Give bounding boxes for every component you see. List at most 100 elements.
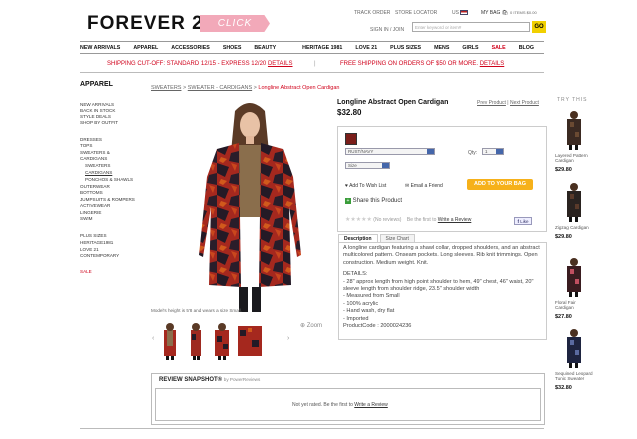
facebook-like-button[interactable]: f Like (514, 217, 532, 225)
promo-free-shipping[interactable]: FREE SHIPPING ON ORDERS OF $50 OR MORE. … (340, 61, 504, 67)
detail-line: - Hand wash, dry flat (343, 308, 395, 315)
try-this-name[interactable]: Sequined Leopard Tunic Sweater (555, 371, 595, 381)
add-to-bag-button[interactable]: ADD TO YOUR BAG (467, 179, 533, 190)
sidebar-item-outerwear[interactable]: OUTERWEAR (80, 184, 110, 190)
description-panel: A longline cardigan featuring a shawl co… (338, 242, 547, 340)
thumbnail-detail[interactable] (238, 322, 262, 360)
thumbnail-strip (160, 320, 285, 362)
zoom-button[interactable]: ⊕ Zoom (300, 322, 322, 329)
review-write-link[interactable]: Write a Review (354, 402, 388, 408)
nav-item-mens[interactable]: MENS (434, 45, 449, 51)
heart-icon: ♥ (345, 183, 348, 189)
store-locator-link[interactable]: STORE LOCATOR (395, 10, 437, 16)
nav-item-girls[interactable]: GIRLS (462, 45, 478, 51)
sidebar-item-style-deals[interactable]: STYLE DEALS (80, 114, 111, 120)
click-here-banner[interactable]: CLICK HERE! (200, 15, 270, 32)
sidebar-item-sale[interactable]: SALE (80, 269, 92, 275)
reviews-count: (No reviews) (373, 217, 402, 223)
track-order-link[interactable]: TRACK ORDER (354, 10, 390, 16)
write-review-link[interactable]: Write a Review (438, 217, 472, 223)
sidebar-item-heritage1981[interactable]: HERITAGE1981 (80, 240, 113, 246)
nav-item-blog[interactable]: BLOG (519, 45, 534, 51)
thumbnail-side[interactable] (186, 322, 206, 360)
facebook-icon: f (517, 219, 519, 224)
qty-select[interactable]: 1 (482, 148, 504, 155)
sidebar-item-plus-sizes[interactable]: PLUS SIZES (80, 233, 107, 239)
thumb-next-arrow-icon[interactable]: › (287, 335, 289, 342)
detail-line: - Measured from Small (343, 293, 400, 300)
signin-link[interactable]: SIGN IN / JOIN (370, 27, 404, 33)
email-friend-link[interactable]: ✉ Email a Friend (405, 183, 443, 189)
nav-item-shoes[interactable]: SHOES (223, 45, 242, 51)
sidebar-item-ponchos-shawls[interactable]: PONCHOS & SHAWLS (80, 177, 133, 183)
detail-line: - Imported (343, 315, 369, 322)
model-caption: Model's height is 5'8 and wears a size S… (151, 308, 243, 313)
sidebar-item-lingerie[interactable]: LINGERIE (80, 210, 101, 216)
sidebar-item-cardigans[interactable]: CARDIGANS (80, 170, 112, 176)
prev-product-link[interactable]: Prev Product (477, 100, 506, 106)
try-this-item[interactable]: Zigzag Cardigan $29.80 (555, 182, 595, 240)
try-this-price: $29.80 (555, 234, 572, 240)
sidebar-item-activewear[interactable]: ACTIVEWEAR (80, 203, 110, 209)
sidebar-item-tops[interactable]: TOPS (80, 143, 92, 149)
description-text: A longline cardigan featuring a shawl co… (343, 245, 540, 266)
zoom-icon: ⊕ (300, 323, 306, 329)
try-this-image[interactable] (563, 110, 585, 150)
detail-line: - 28" approx length from high point shou… (343, 278, 534, 293)
promo-shipping-cutoff[interactable]: SHIPPING CUT-OFF: STANDARD 12/15 - EXPRE… (107, 61, 293, 67)
color-swatch[interactable] (345, 133, 357, 145)
try-this-item[interactable]: Layered Pattern Cardigan $29.80 (555, 110, 595, 173)
nav-item-heritage-1981[interactable]: HERITAGE 1981 (302, 45, 342, 51)
search-go-button[interactable]: GO (532, 21, 546, 33)
nav-item-accessories[interactable]: ACCESSORIES (171, 45, 210, 51)
promo-separator: | (314, 61, 316, 67)
country-selector[interactable]: US (452, 10, 469, 16)
sidebar-item-love-21[interactable]: LOVE 21 (80, 247, 99, 253)
sidebar-item-jumpsuits-rompers[interactable]: JUMPSUITS & ROMPERS (80, 197, 135, 203)
my-bag-link[interactable]: MY BAG 🛍 (481, 10, 508, 16)
sidebar-item-shop-by-outfit[interactable]: SHOP BY OUTFIT (80, 120, 118, 126)
nav-item-apparel[interactable]: APPAREL (133, 45, 158, 51)
try-this-name[interactable]: Zigzag Cardigan (555, 225, 595, 230)
try-this-item[interactable]: Sequined Leopard Tunic Sweater $32.80 (555, 328, 595, 391)
sidebar-item-cardigans[interactable]: CARDIGANS (80, 156, 107, 162)
wishlist-link[interactable]: ♥ Add To Wish List (345, 183, 386, 189)
try-this-image[interactable] (563, 257, 585, 297)
sidebar-item-bottoms[interactable]: BOTTOMS (80, 190, 103, 196)
try-this-image[interactable] (563, 182, 585, 222)
thumbnail-back[interactable] (212, 322, 232, 360)
nav-item-sale[interactable]: SALE (492, 45, 506, 51)
try-this-image[interactable] (563, 328, 585, 368)
sidebar: APPAREL (80, 81, 113, 88)
breadcrumb-cardigans[interactable]: SWEATER - CARDIGANS (188, 85, 252, 91)
sidebar-item-new-arrivals[interactable]: NEW ARRIVALS (80, 102, 114, 108)
next-product-link[interactable]: Next Product (510, 100, 539, 106)
sidebar-item-dresses[interactable]: DRESSES (80, 137, 102, 143)
try-this-name[interactable]: Floral Fair Cardigan (555, 300, 595, 310)
size-select[interactable]: Size (345, 162, 390, 169)
sidebar-item-sweaters[interactable]: SWEATERS (80, 163, 110, 169)
thumb-prev-arrow-icon[interactable]: ‹ (152, 335, 154, 342)
sidebar-item-contemporary[interactable]: CONTEMPORARY (80, 253, 119, 259)
try-this-name[interactable]: Layered Pattern Cardigan (555, 153, 595, 163)
nav-item-plus-sizes[interactable]: PLUS SIZES (390, 45, 421, 51)
nav-item-beauty[interactable]: BEAUTY (254, 45, 276, 51)
color-select[interactable]: RUST/NAVY (345, 148, 435, 155)
breadcrumb-sweaters[interactable]: SWEATERS (151, 85, 181, 91)
sidebar-item-back-in-stock[interactable]: BACK IN STOCK (80, 108, 115, 114)
try-this-item[interactable]: Floral Fair Cardigan $27.80 (555, 257, 595, 320)
share-link[interactable]: + Share this Product (345, 198, 402, 204)
sidebar-item-sweaters-: SWEATERS & (80, 150, 110, 155)
product-main-image[interactable] (195, 97, 305, 312)
sidebar-item-swim[interactable]: SWIM (80, 216, 93, 222)
us-flag-icon (460, 10, 469, 16)
bag-count: 0 ITEMS $0.00 (510, 10, 537, 15)
nav-item-new-arrivals[interactable]: NEW ARRIVALS (80, 45, 120, 51)
nav-item-love-21[interactable]: LOVE 21 (355, 45, 377, 51)
thumbnail-front[interactable] (160, 322, 180, 360)
footer-divider (80, 428, 544, 429)
review-snapshot-heading: REVIEW SNAPSHOT® by PowerReviews (159, 377, 261, 383)
search-input[interactable]: Enter keyword or item# (412, 22, 530, 32)
detail-line: ProductCode : 2000024236 (343, 323, 412, 330)
breadcrumb: SWEATERS > SWEATER - CARDIGANS > Longlin… (151, 85, 340, 91)
